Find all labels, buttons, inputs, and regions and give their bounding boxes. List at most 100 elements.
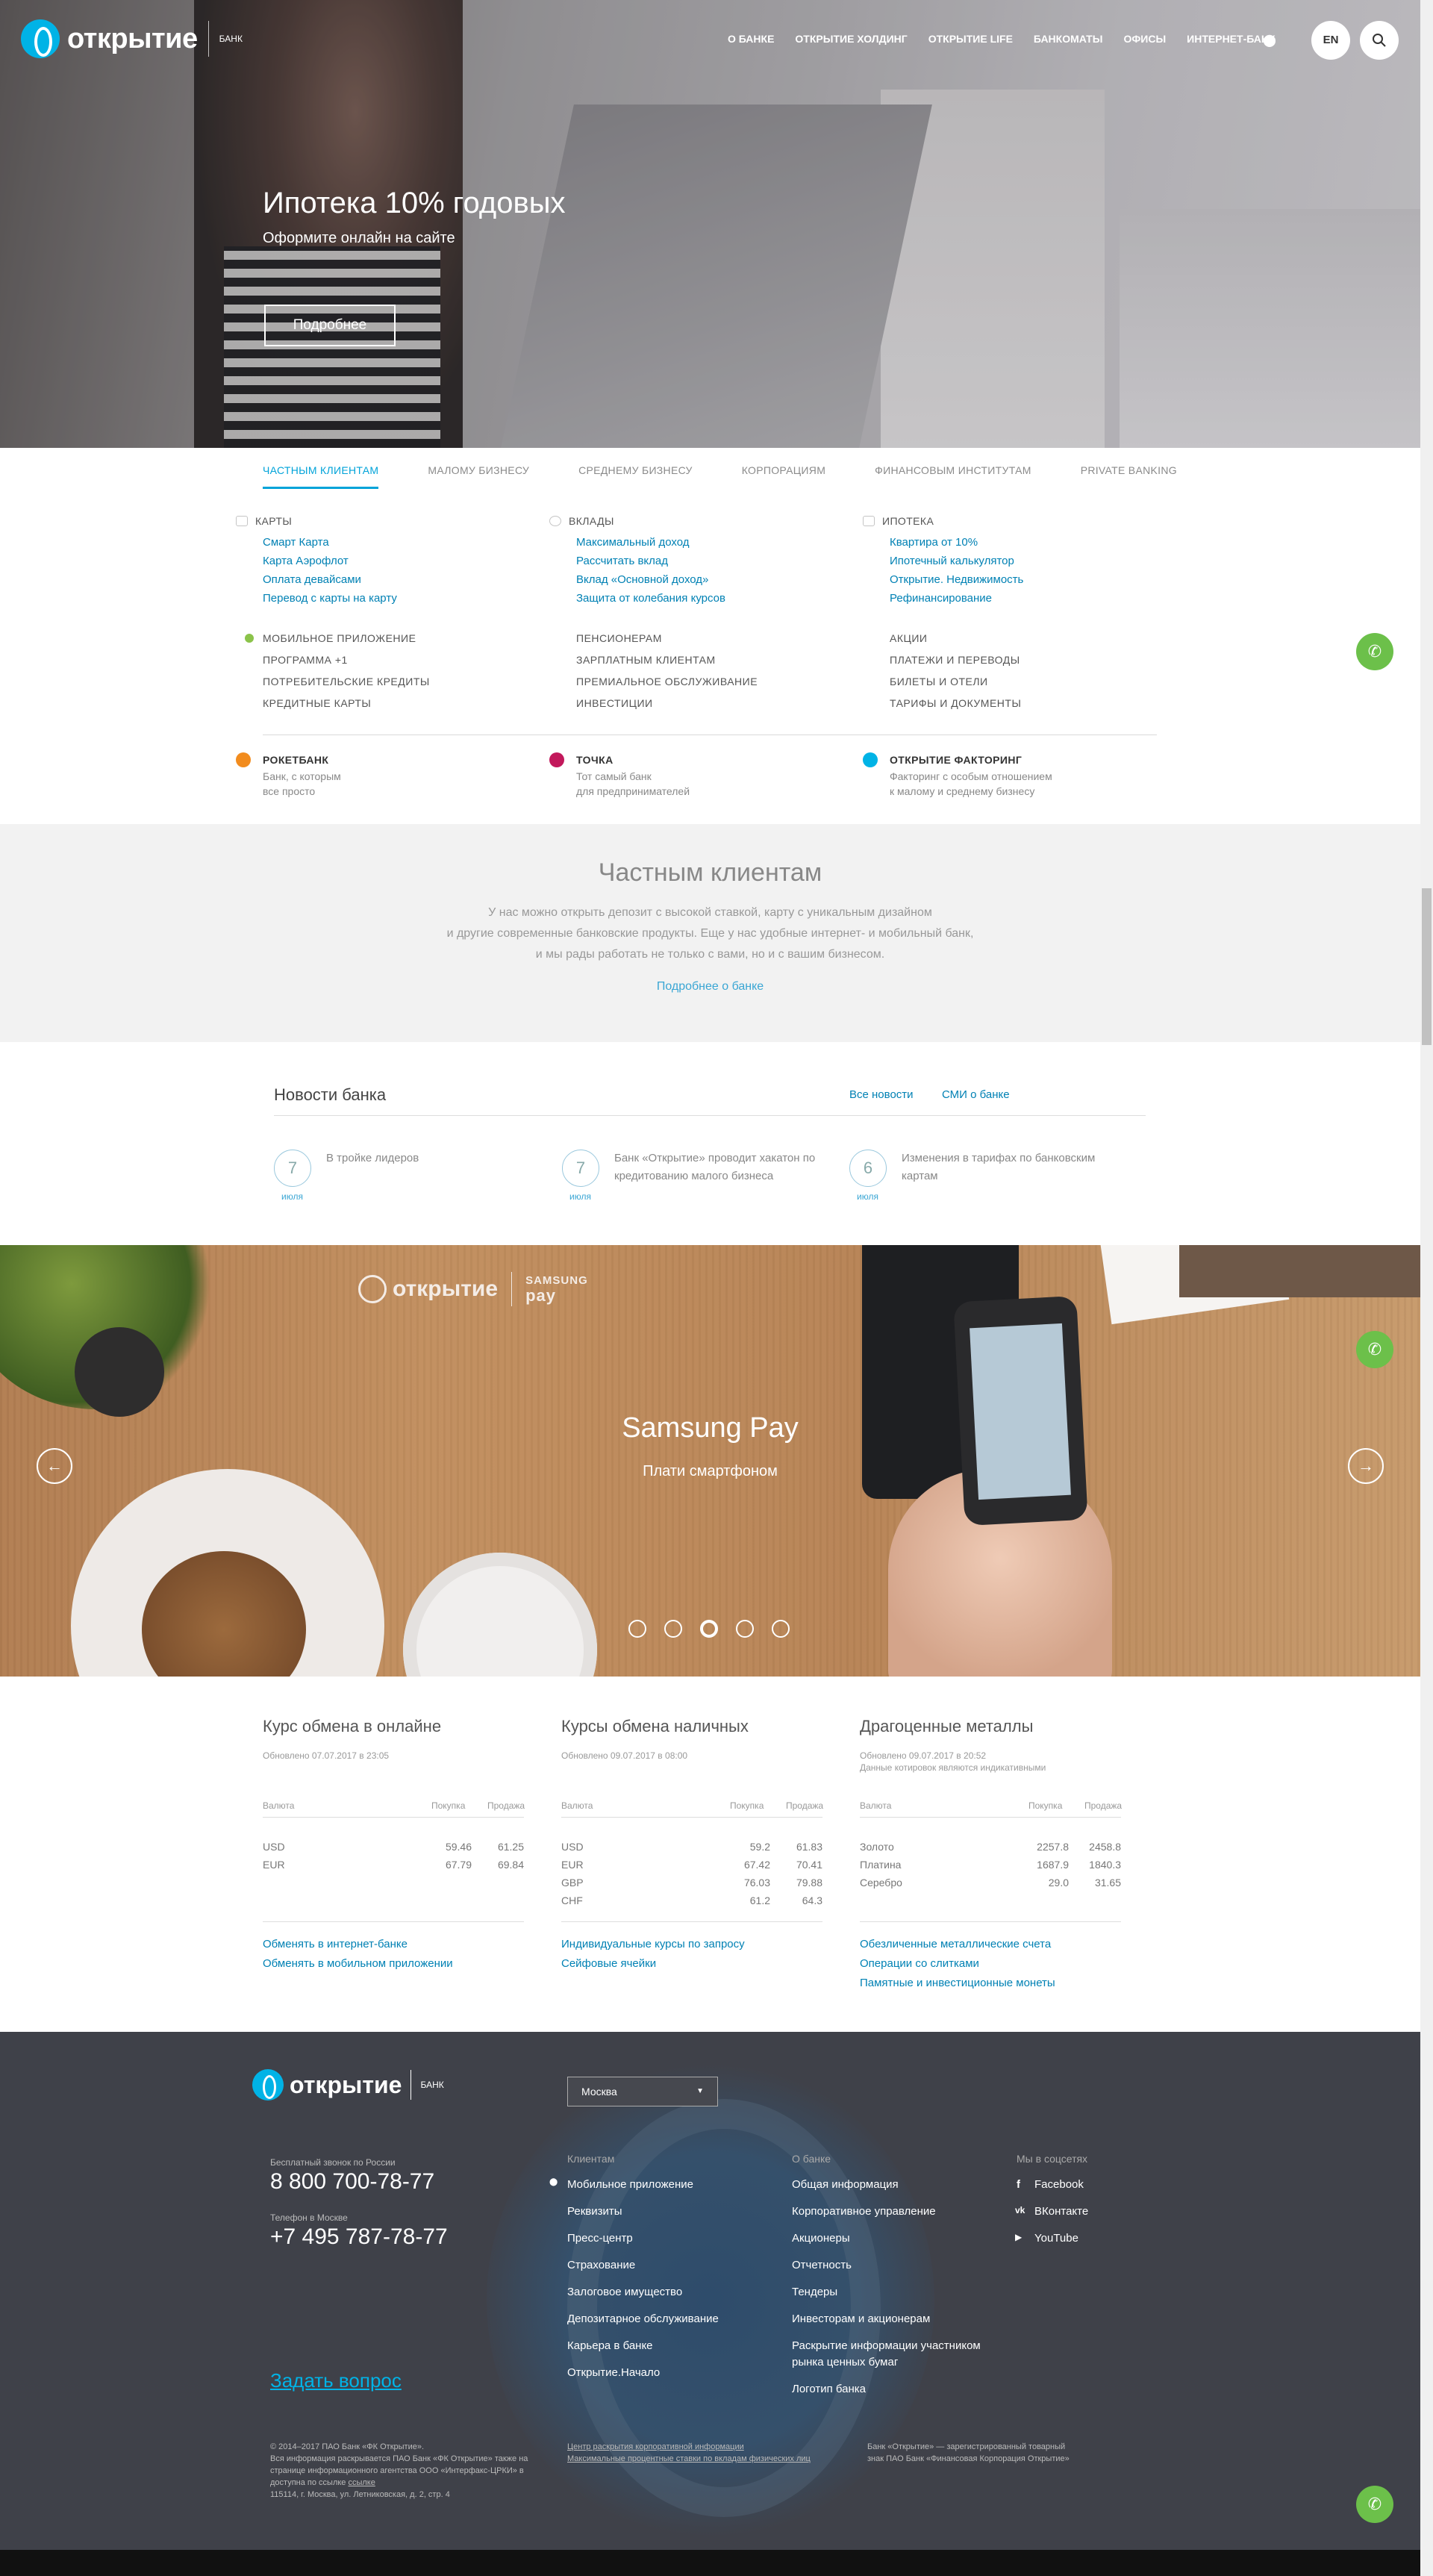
youtube-link[interactable]: YouTube: [1034, 2232, 1078, 2245]
menu-link-mortgage-calc[interactable]: Ипотечный калькулятор: [890, 552, 1173, 570]
footer-link[interactable]: Раскрытие информации участником: [792, 2339, 981, 2352]
language-button[interactable]: EN: [1311, 21, 1350, 60]
ask-question-link[interactable]: Задать вопрос: [270, 2369, 402, 2392]
mobile-os-icons[interactable]: ⬤: [1263, 33, 1276, 48]
corporate-info-link[interactable]: Центр раскрытия корпоративной информации: [567, 2442, 744, 2451]
news-headline[interactable]: Изменения в тарифах по банковским картам: [902, 1150, 1118, 1185]
menu-mortgage-title[interactable]: ИПОТЕКА: [863, 515, 1173, 527]
coins-link[interactable]: Памятные и инвестиционные монеты: [860, 1974, 1055, 1993]
slider-dot-active[interactable]: [700, 1620, 718, 1638]
footer-link[interactable]: Логотип банка: [792, 2383, 866, 2395]
menu-link-card-transfer[interactable]: Перевод с карты на карту: [263, 589, 546, 608]
callback-button[interactable]: ✆: [1356, 2486, 1393, 2523]
menu-link-main-income[interactable]: Вклад «Основной доход»: [576, 570, 860, 589]
menu-salary-clients[interactable]: ЗАРПЛАТНЫМ КЛИЕНТАМ: [576, 649, 758, 671]
menu-pensioners[interactable]: ПЕНСИОНЕРАМ: [576, 628, 758, 649]
nav-offices[interactable]: ОФИСЫ: [1123, 33, 1166, 45]
footer-link[interactable]: Реквизиты: [567, 2205, 622, 2218]
page-scrollbar[interactable]: [1420, 0, 1433, 2576]
media-link[interactable]: СМИ о банке: [942, 1088, 1010, 1101]
android-icon[interactable]: ⬤: [1263, 34, 1276, 47]
slider-next-button[interactable]: →: [1348, 1448, 1384, 1484]
footer-link[interactable]: Страхование: [567, 2259, 635, 2271]
hero-banner[interactable]: открытие БАНК О БАНКЕ ОТКРЫТИЕ ХОЛДИНГ О…: [0, 0, 1420, 448]
footer-link[interactable]: Тендеры: [792, 2286, 837, 2298]
exchange-internet-bank-link[interactable]: Обменять в интернет-банке: [263, 1935, 453, 1954]
slider-dot[interactable]: [628, 1620, 646, 1638]
all-news-link[interactable]: Все новости: [849, 1088, 914, 1101]
menu-link-apartment[interactable]: Квартира от 10%: [890, 533, 1173, 552]
footer-link[interactable]: рынка ценных бумаг: [792, 2356, 898, 2368]
nav-holding[interactable]: ОТКРЫТИЕ ХОЛДИНГ: [795, 33, 907, 45]
footer-link[interactable]: Залоговое имущество: [567, 2286, 682, 2298]
footer-link[interactable]: Открытие.Начало: [567, 2366, 660, 2379]
partner-tochka[interactable]: ТОЧКА Тот самый банк для предпринимателе…: [549, 752, 785, 799]
footer-link[interactable]: Карьера в банке: [567, 2339, 653, 2352]
slider-dot[interactable]: [664, 1620, 682, 1638]
vk-link[interactable]: ВКонтакте: [1034, 2205, 1088, 2218]
footer-link[interactable]: Мобильное приложение: [567, 2178, 693, 2191]
menu-link-refinancing[interactable]: Рефинансирование: [890, 589, 1173, 608]
menu-link-max-income[interactable]: Максимальный доход: [576, 533, 860, 552]
partner-rocketbank[interactable]: РОКЕТБАНК Банк, с которым все просто: [236, 752, 472, 799]
tab-private-clients[interactable]: ЧАСТНЫМ КЛИЕНТАМ: [263, 464, 379, 489]
moscow-phone[interactable]: +7 495 787-78-77: [270, 2224, 448, 2250]
header-logo[interactable]: открытие БАНК: [21, 19, 243, 58]
metal-accounts-link[interactable]: Обезличенные металлические счета: [860, 1935, 1055, 1954]
nav-life[interactable]: ОТКРЫТИЕ LIFE: [928, 33, 1013, 45]
about-bank-link[interactable]: Подробнее о банке: [657, 980, 764, 994]
menu-link-calc-deposit[interactable]: Рассчитать вклад: [576, 552, 860, 570]
hero-more-button[interactable]: Подробнее: [264, 305, 396, 346]
menu-link-device-payment[interactable]: Оплата девайсами: [263, 570, 546, 589]
slider-dot[interactable]: [772, 1620, 790, 1638]
tab-small-business[interactable]: МАЛОМУ БИЗНЕСУ: [428, 464, 529, 489]
tab-corporations[interactable]: КОРПОРАЦИЯМ: [742, 464, 825, 489]
footer-link[interactable]: Депозитарное обслуживание: [567, 2313, 719, 2325]
menu-promotions[interactable]: АКЦИИ: [890, 628, 1021, 649]
footer-link[interactable]: Общая информация: [792, 2178, 899, 2191]
menu-deposits-title[interactable]: ВКЛАДЫ: [549, 515, 860, 527]
menu-consumer-loans[interactable]: ПОТРЕБИТЕЛЬСКИЕ КРЕДИТЫ: [263, 671, 430, 693]
promo-slider[interactable]: открытие SAMSUNG pay Samsung Pay Плати с…: [0, 1245, 1420, 1677]
footer-logo[interactable]: открытие БАНК: [252, 2069, 444, 2101]
menu-investments[interactable]: ИНВЕСТИЦИИ: [576, 693, 758, 714]
menu-tariffs[interactable]: ТАРИФЫ И ДОКУМЕНТЫ: [890, 693, 1021, 714]
news-headline[interactable]: Банк «Открытие» проводит хакатон по кред…: [614, 1150, 831, 1185]
legal-link[interactable]: ссылке: [348, 2478, 375, 2487]
scrollbar-thumb[interactable]: [1422, 888, 1432, 1045]
safe-boxes-link[interactable]: Сейфовые ячейки: [561, 1954, 745, 1974]
menu-mobile-app[interactable]: МОБИЛЬНОЕ ПРИЛОЖЕНИЕ: [263, 628, 430, 649]
menu-cards-title[interactable]: КАРТЫ: [236, 515, 546, 527]
exchange-mobile-app-link[interactable]: Обменять в мобильном приложении: [263, 1954, 453, 1974]
facebook-link[interactable]: Facebook: [1034, 2178, 1084, 2191]
footer-link[interactable]: Отчетность: [792, 2259, 852, 2271]
free-call-phone[interactable]: 8 800 700-78-77: [270, 2169, 434, 2195]
menu-link-smart-card[interactable]: Смарт Карта: [263, 533, 546, 552]
bullion-link[interactable]: Операции со слитками: [860, 1954, 1055, 1974]
nav-atms[interactable]: БАНКОМАТЫ: [1034, 33, 1103, 45]
max-rates-link[interactable]: Максимальные процентные ставки по вклада…: [567, 2454, 811, 2463]
menu-credit-cards[interactable]: КРЕДИТНЫЕ КАРТЫ: [263, 693, 430, 714]
menu-tickets[interactable]: БИЛЕТЫ И ОТЕЛИ: [890, 671, 1021, 693]
callback-button[interactable]: ✆: [1356, 633, 1393, 670]
footer-link[interactable]: Корпоративное управление: [792, 2205, 936, 2218]
footer-link[interactable]: Акционеры: [792, 2232, 850, 2245]
news-headline[interactable]: В тройке лидеров: [326, 1150, 543, 1167]
menu-program-plus-one[interactable]: ПРОГРАММА +1: [263, 649, 430, 671]
nav-internet-bank[interactable]: ИНТЕРНЕТ-БАНК: [1187, 33, 1275, 45]
tab-medium-business[interactable]: СРЕДНЕМУ БИЗНЕСУ: [578, 464, 693, 489]
footer-link[interactable]: Инвесторам и акционерам: [792, 2313, 930, 2325]
callback-button[interactable]: ✆: [1356, 1331, 1393, 1368]
nav-about[interactable]: О БАНКЕ: [728, 33, 774, 45]
menu-payments[interactable]: ПЛАТЕЖИ И ПЕРЕВОДЫ: [890, 649, 1021, 671]
footer-link[interactable]: Пресс-центр: [567, 2232, 633, 2245]
menu-link-real-estate[interactable]: Открытие. Недвижимость: [890, 570, 1173, 589]
menu-link-aeroflot-card[interactable]: Карта Аэрофлот: [263, 552, 546, 570]
slider-dot[interactable]: [736, 1620, 754, 1638]
city-select[interactable]: Москва ▼: [567, 2077, 718, 2106]
partner-factoring[interactable]: ОТКРЫТИЕ ФАКТОРИНГ Факторинг с особым от…: [863, 752, 1099, 799]
slider-prev-button[interactable]: ←: [37, 1448, 72, 1484]
tab-financial-institutions[interactable]: ФИНАНСОВЫМ ИНСТИТУТАМ: [875, 464, 1031, 489]
search-button[interactable]: [1360, 21, 1399, 60]
menu-premium[interactable]: ПРЕМИАЛЬНОЕ ОБСЛУЖИВАНИЕ: [576, 671, 758, 693]
